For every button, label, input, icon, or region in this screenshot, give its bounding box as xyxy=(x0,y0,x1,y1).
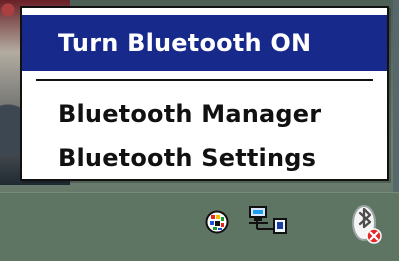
screen-edge xyxy=(393,0,399,192)
system-tray xyxy=(0,192,399,261)
device-screen: Turn Bluetooth ON Bluetooth Manager Blue… xyxy=(0,0,399,261)
bluetooth-off-icon[interactable] xyxy=(349,202,382,245)
menu-separator xyxy=(36,79,373,81)
bluetooth-context-menu: Turn Bluetooth ON Bluetooth Manager Blue… xyxy=(20,6,389,181)
network-connection-icon[interactable] xyxy=(246,205,292,235)
color-globe-icon[interactable] xyxy=(205,210,229,234)
bluetooth-manager-menu-item[interactable]: Bluetooth Manager xyxy=(22,91,387,137)
bluetooth-settings-menu-item[interactable]: Bluetooth Settings xyxy=(22,137,387,179)
turn-bluetooth-on-menu-item[interactable]: Turn Bluetooth ON xyxy=(22,15,387,71)
